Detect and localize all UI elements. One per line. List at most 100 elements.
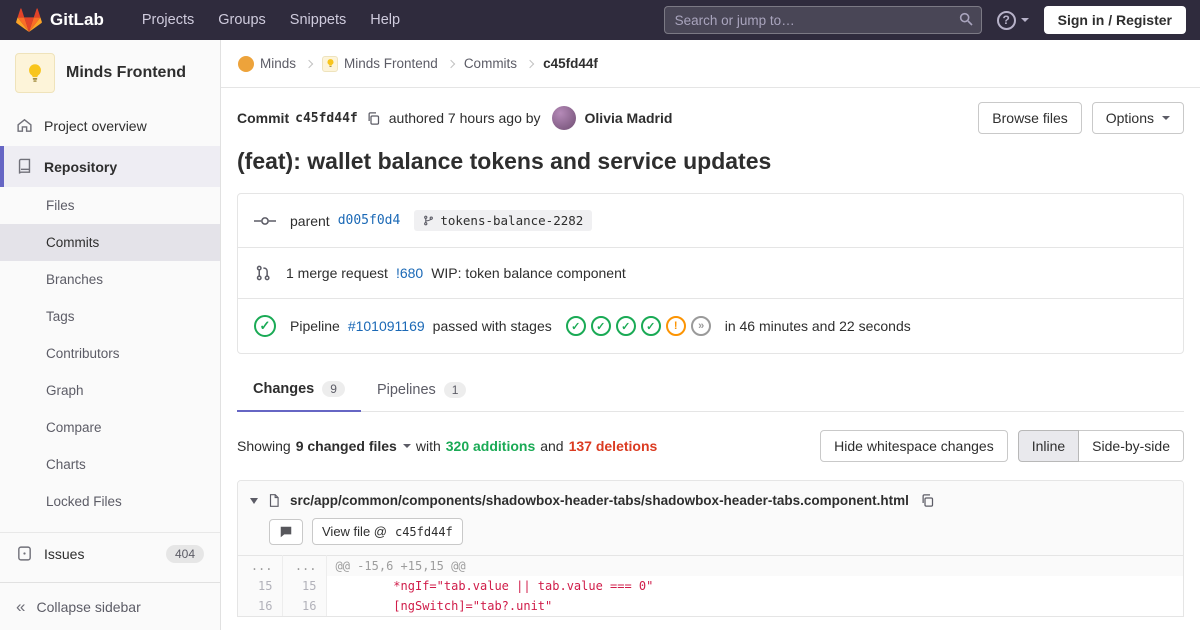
breadcrumb-separator-icon: [446, 59, 456, 68]
copy-commit-sha-button[interactable]: [364, 109, 383, 128]
changed-files-dropdown[interactable]: 9 changed files: [296, 438, 411, 454]
tab-changes[interactable]: Changes 9: [237, 368, 361, 412]
issues-icon: [16, 545, 33, 562]
merge-request-row: 1 merge request !680 WIP: token balance …: [238, 248, 1183, 299]
sidebar-item-project-overview[interactable]: Project overview: [0, 105, 220, 146]
sidebar-item-graph[interactable]: Graph: [0, 372, 220, 409]
new-line-number[interactable]: 16: [282, 596, 327, 616]
diff-file-path[interactable]: src/app/common/components/shadowbox-head…: [290, 493, 909, 508]
old-line-number[interactable]: 15: [238, 576, 283, 596]
collapse-file-caret-icon[interactable]: [250, 497, 258, 504]
sidebar-item-repository[interactable]: Repository: [0, 146, 220, 187]
home-icon: [16, 117, 33, 134]
collapse-sidebar-button[interactable]: « Collapse sidebar: [0, 582, 220, 630]
new-line-number[interactable]: ...: [282, 555, 327, 576]
hide-whitespace-button[interactable]: Hide whitespace changes: [820, 430, 1008, 462]
stage-passed-icon[interactable]: ✓: [615, 316, 636, 336]
gitlab-home-link[interactable]: GitLab: [10, 7, 110, 33]
browse-files-button[interactable]: Browse files: [978, 102, 1082, 134]
mr-id-link[interactable]: !680: [396, 265, 423, 281]
search-input[interactable]: [663, 6, 982, 34]
sign-in-register-button[interactable]: Sign in / Register: [1043, 6, 1186, 34]
navbar-menu: Projects Groups Snippets Help: [130, 6, 412, 34]
new-line-number[interactable]: 15: [282, 576, 327, 596]
sidebar-item-files[interactable]: Files: [0, 187, 220, 224]
breadcrumb-separator-icon: [304, 59, 314, 68]
nav-help[interactable]: Help: [358, 6, 412, 34]
breadcrumb: Minds Minds Frontend Commits c45fd44f: [221, 40, 1200, 88]
mr-title-text: WIP: token balance component: [431, 265, 626, 281]
authored-text: authored 7 hours ago by: [388, 110, 541, 126]
minds-group-avatar: [238, 55, 254, 72]
diff-file-card: src/app/common/components/shadowbox-head…: [237, 480, 1184, 617]
branch-ref-label[interactable]: tokens-balance-2282: [414, 210, 593, 231]
code-line: *ngIf="tab.value || tab.value === 0": [335, 579, 654, 593]
sidebar-item-compare[interactable]: Compare: [0, 409, 220, 446]
diff-table: ... ... @@ -15,6 +15,15 @@ 15 15 *ngIf="…: [238, 555, 1183, 616]
sidebar-item-contributors[interactable]: Contributors: [0, 335, 220, 372]
author-name[interactable]: Olivia Madrid: [585, 110, 673, 126]
pipeline-row: ✓ Pipeline #101091169 passed with stages…: [238, 299, 1183, 353]
diff-view-controls: Hide whitespace changes Inline Side-by-s…: [820, 430, 1184, 462]
diff-summary-bar: Showing 9 changed files with 320 additio…: [237, 430, 1184, 462]
stage-passed-icon[interactable]: ✓: [565, 316, 586, 336]
merge-request-icon: [254, 264, 272, 282]
nav-groups[interactable]: Groups: [206, 6, 278, 34]
old-line-number[interactable]: 16: [238, 596, 283, 616]
sidebar-item-tags[interactable]: Tags: [0, 298, 220, 335]
commit-meta-row: Commit c45fd44f authored 7 hours ago by …: [237, 88, 1184, 138]
pipeline-id-link[interactable]: #101091169: [348, 318, 425, 334]
sidebar-item-branches[interactable]: Branches: [0, 261, 220, 298]
project-name: Minds Frontend: [66, 64, 186, 81]
gitlab-tanuki-logo-icon: [16, 7, 42, 33]
showing-text: Showing: [237, 438, 291, 454]
commit-label: Commit: [237, 110, 290, 126]
branch-icon: [424, 215, 434, 226]
breadcrumb-minds[interactable]: Minds: [238, 55, 296, 72]
sidebar-item-commits[interactable]: Commits: [0, 224, 220, 261]
stage-warning-icon[interactable]: !: [665, 316, 686, 336]
additions-count: 320 additions: [445, 438, 536, 454]
brand-name: GitLab: [50, 10, 104, 29]
view-file-button[interactable]: View file @ c45fd44f: [312, 518, 463, 545]
search-icon[interactable]: [958, 11, 974, 27]
old-line-number[interactable]: ...: [238, 555, 283, 576]
sidebar-item-label: Project overview: [44, 117, 147, 134]
help-icon: ?: [996, 10, 1016, 30]
copy-file-path-button[interactable]: [918, 491, 937, 510]
lightbulb-icon: [24, 62, 46, 84]
commit-actions: Browse files Options: [978, 102, 1184, 134]
sidebar-item-locked-files[interactable]: Locked Files: [0, 483, 220, 520]
hunk-header-text: @@ -15,6 +15,15 @@: [326, 555, 1183, 576]
options-dropdown-button[interactable]: Options: [1091, 102, 1184, 134]
mr-count-text: 1 merge request: [286, 265, 388, 281]
tab-pipelines[interactable]: Pipelines 1: [361, 368, 483, 411]
repository-submenu: Files Commits Branches Tags Contributors…: [0, 187, 220, 520]
stage-passed-icon[interactable]: ✓: [590, 316, 611, 336]
stage-passed-icon[interactable]: ✓: [640, 316, 661, 336]
pipeline-duration-text: in 46 minutes and 22 seconds: [724, 318, 911, 334]
project-context-header[interactable]: Minds Frontend: [0, 40, 220, 105]
toggle-comments-button[interactable]: [269, 518, 303, 545]
nav-snippets[interactable]: Snippets: [278, 6, 358, 34]
pipeline-label: Pipeline: [290, 318, 340, 334]
commit-info-box: parent d005f0d4 tokens-balance-2282 1 me…: [237, 193, 1184, 354]
side-by-side-view-button[interactable]: Side-by-side: [1079, 430, 1184, 462]
global-search: [663, 6, 982, 34]
parent-sha-link[interactable]: d005f0d4: [338, 213, 401, 228]
sidebar-item-issues[interactable]: Issues 404: [0, 533, 220, 574]
sidebar-item-charts[interactable]: Charts: [0, 446, 220, 483]
code-line: [ngSwitch]="tab?.unit": [335, 599, 553, 613]
copy-icon: [368, 111, 379, 125]
diff-mode-toggle: Inline Side-by-side: [1017, 430, 1184, 462]
changes-count-badge: 9: [322, 381, 345, 397]
inline-view-button[interactable]: Inline: [1017, 430, 1080, 462]
pipeline-status-text: passed with stages: [432, 318, 552, 334]
help-dropdown[interactable]: ?: [996, 10, 1029, 30]
project-avatar: [15, 53, 55, 93]
nav-projects[interactable]: Projects: [130, 6, 206, 34]
author-avatar[interactable]: [551, 106, 576, 130]
breadcrumb-commits[interactable]: Commits: [464, 56, 517, 71]
stage-skipped-icon[interactable]: »: [690, 316, 711, 336]
breadcrumb-minds-frontend[interactable]: Minds Frontend: [322, 55, 438, 72]
